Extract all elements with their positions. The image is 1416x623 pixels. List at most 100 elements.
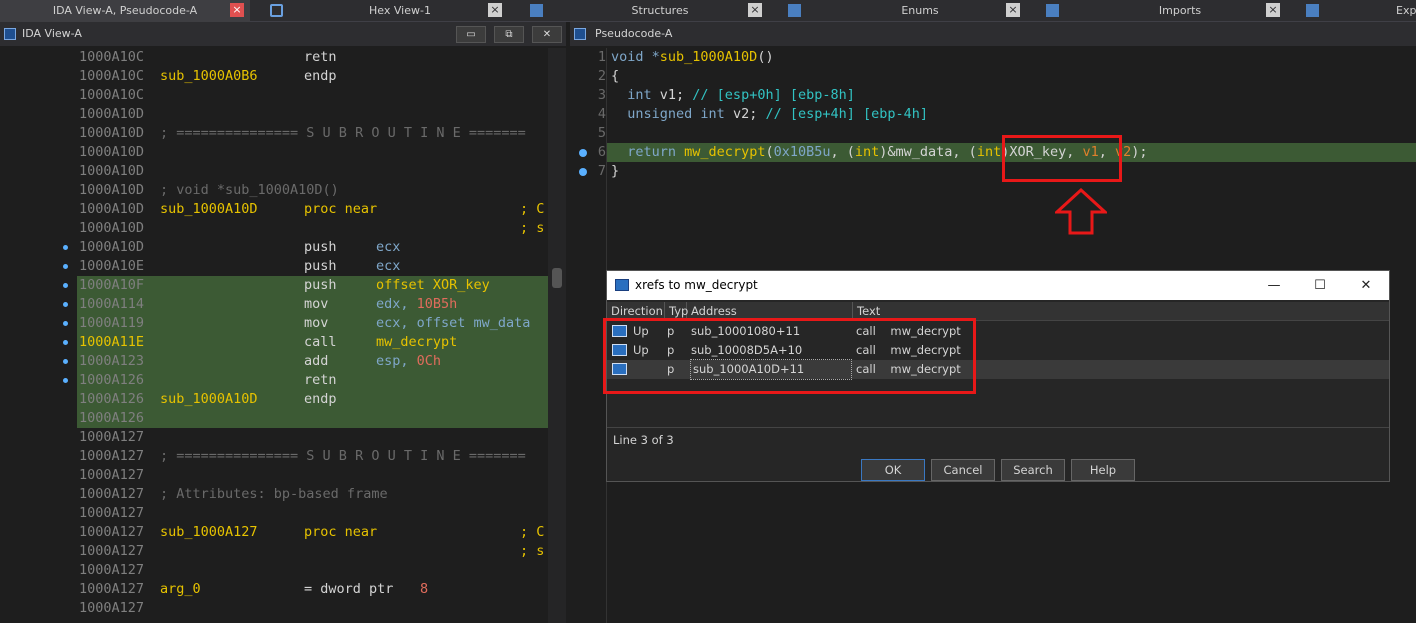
asm-mnemonic: add [304,353,329,369]
asm-line[interactable]: 1000A126 retn [0,371,548,390]
scrollbar-thumb[interactable] [552,268,562,288]
pseudocode-line[interactable]: 7} [570,162,1416,181]
asm-line[interactable]: 1000A127 [0,599,548,618]
search-button[interactable]: Search [1001,459,1065,481]
pseudocode-line[interactable]: 4 unsigned int v2; // [esp+4h] [ebp-4h] [570,105,1416,124]
minimize-button[interactable]: — [1251,271,1297,300]
close-icon[interactable]: × [488,3,502,17]
asm-line[interactable]: 1000A127 [0,466,548,485]
pane-title-bar: IDA View-A ▭ ⧉ ✕ [0,22,566,46]
asm-address: 1000A127 [79,562,145,578]
restore-button[interactable]: ▭ [456,26,486,43]
asm-line[interactable]: 1000A10D ; =============== S U B R O U T … [0,124,548,143]
asm-line[interactable]: 1000A10C retn [0,48,548,67]
tab-label: Exp [1396,4,1416,17]
code-token: )&mw_data, ( [879,144,977,160]
asm-line[interactable]: 1000A10F push offset XOR_key [0,276,548,295]
asm-line[interactable]: 1000A10D ; void *sub_1000A10D() [0,181,548,200]
asm-line[interactable]: 1000A127 ; s [0,542,548,561]
asm-line[interactable]: 1000A10D [0,105,548,124]
asm-line[interactable]: 1000A127 sub_1000A127 proc near ; C [0,523,548,542]
xrefs-icon [615,279,629,291]
tab-bar: IDA View-A, Pseudocode-A × Hex View-1 × … [0,0,1416,22]
asm-address: 1000A127 [79,429,145,445]
asm-line[interactable]: 1000A10C [0,86,548,105]
close-button[interactable]: ✕ [1343,271,1389,300]
close-icon[interactable]: × [748,3,762,17]
asm-address: 1000A126 [79,410,145,426]
asm-line[interactable]: 1000A10D sub_1000A10D proc near ; C [0,200,548,219]
code-token: v2; [732,106,766,122]
asm-line[interactable]: 1000A114 mov edx, 10B5h [0,295,548,314]
asm-line[interactable]: 1000A127 ; =============== S U B R O U T … [0,447,548,466]
line-text: { [611,67,619,86]
asm-line[interactable]: 1000A127 [0,561,548,580]
asm-line[interactable]: 1000A127 [0,504,548,523]
asm-line[interactable]: 1000A126 [0,409,548,428]
asm-line[interactable]: 1000A127 ; Attributes: bp-based frame [0,485,548,504]
ok-button[interactable]: OK [861,459,925,481]
asm-line[interactable]: 1000A10D ; s [0,219,548,238]
disassembly-listing[interactable]: 1000A10C retn 1000A10C sub_1000A0B6 endp 1000… [0,48,548,623]
asm-mnemonic: mov [304,315,329,331]
asm-line[interactable]: 1000A10D [0,143,548,162]
breakpoint-dot [63,359,68,364]
asm-mnemonic: push [304,277,337,293]
asm-label: arg_0 [160,581,201,597]
tab-hex-view[interactable]: Hex View-1 × [260,0,510,22]
tab-exports[interactable]: Exp [1300,0,1416,22]
breakpoint-dot [63,264,68,269]
cancel-button[interactable]: Cancel [931,459,995,481]
asm-comment-marker: ; C [520,201,545,217]
asm-line[interactable]: 1000A11E call mw_decrypt [0,333,548,352]
tab-label: Hex View-1 [369,4,431,17]
tab-imports[interactable]: Imports × [1040,0,1290,22]
asm-operand: ecx [376,258,401,274]
tab-ida-view-pseudocode[interactable]: IDA View-A, Pseudocode-A × [0,0,250,22]
pseudocode-line[interactable]: 1 void *sub_1000A10D() [570,48,1416,67]
asm-address: 1000A127 [79,467,145,483]
vertical-scrollbar[interactable] [548,48,566,623]
asm-line[interactable]: 1000A10D push ecx [0,238,548,257]
dialog-title: xrefs to mw_decrypt [635,278,758,292]
asm-line[interactable]: 1000A10D [0,162,548,181]
code-token: () [757,49,774,65]
asm-comment-marker: ; C [520,524,545,540]
close-icon[interactable]: × [1266,3,1280,17]
asm-address: 1000A10D [79,106,145,122]
line-number: 7 [597,163,606,179]
pseudocode-line[interactable]: 3 int v1; // [esp+0h] [ebp-8h] [570,86,1416,105]
asm-address: 1000A10D [79,125,145,141]
tab-enums[interactable]: Enums × [780,0,1030,22]
help-button[interactable]: Help [1071,459,1135,481]
close-icon[interactable]: × [230,3,244,17]
line-number: 4 [597,106,606,122]
asm-address: 1000A126 [79,372,145,388]
maximize-button[interactable]: ☐ [1297,271,1343,300]
asm-line[interactable]: 1000A119 mov ecx, offset mw_data [0,314,548,333]
asm-line[interactable]: 1000A126 sub_1000A10D endp [0,390,548,409]
asm-address: 1000A123 [79,353,145,369]
asm-line[interactable]: 1000A10E push ecx [0,257,548,276]
float-button[interactable]: ⧉ [494,26,524,43]
code-token: // [esp+4h] [ebp-4h] [765,106,929,122]
asm-operand: ecx, offset mw_data [376,315,531,331]
tab-structures[interactable]: Structures × [520,0,770,22]
pseudocode-listing[interactable]: 1 void *sub_1000A10D() 2{3 int v1; // [esp… [570,48,1416,248]
tab-label: Structures [631,4,689,17]
asm-comment: ; =============== S U B R O U T I N E ==… [160,125,526,141]
pseudocode-line[interactable]: 5 [570,124,1416,143]
asm-line[interactable]: 1000A10C sub_1000A0B6 endp [0,67,548,86]
pane-title: IDA View-A [22,27,82,40]
asm-address: 1000A10D [79,182,145,198]
pseudocode-line[interactable]: 2{ [570,67,1416,86]
close-icon[interactable]: × [1006,3,1020,17]
asm-comment: ; =============== S U B R O U T I N E ==… [160,448,526,464]
code-token: return [627,144,685,160]
asm-line[interactable]: 1000A127 [0,428,548,447]
asm-line[interactable]: 1000A127 arg_0 = dword ptr 8 [0,580,548,599]
close-pane-button[interactable]: ✕ [532,26,562,43]
asm-line[interactable]: 1000A123 add esp, 0Ch [0,352,548,371]
